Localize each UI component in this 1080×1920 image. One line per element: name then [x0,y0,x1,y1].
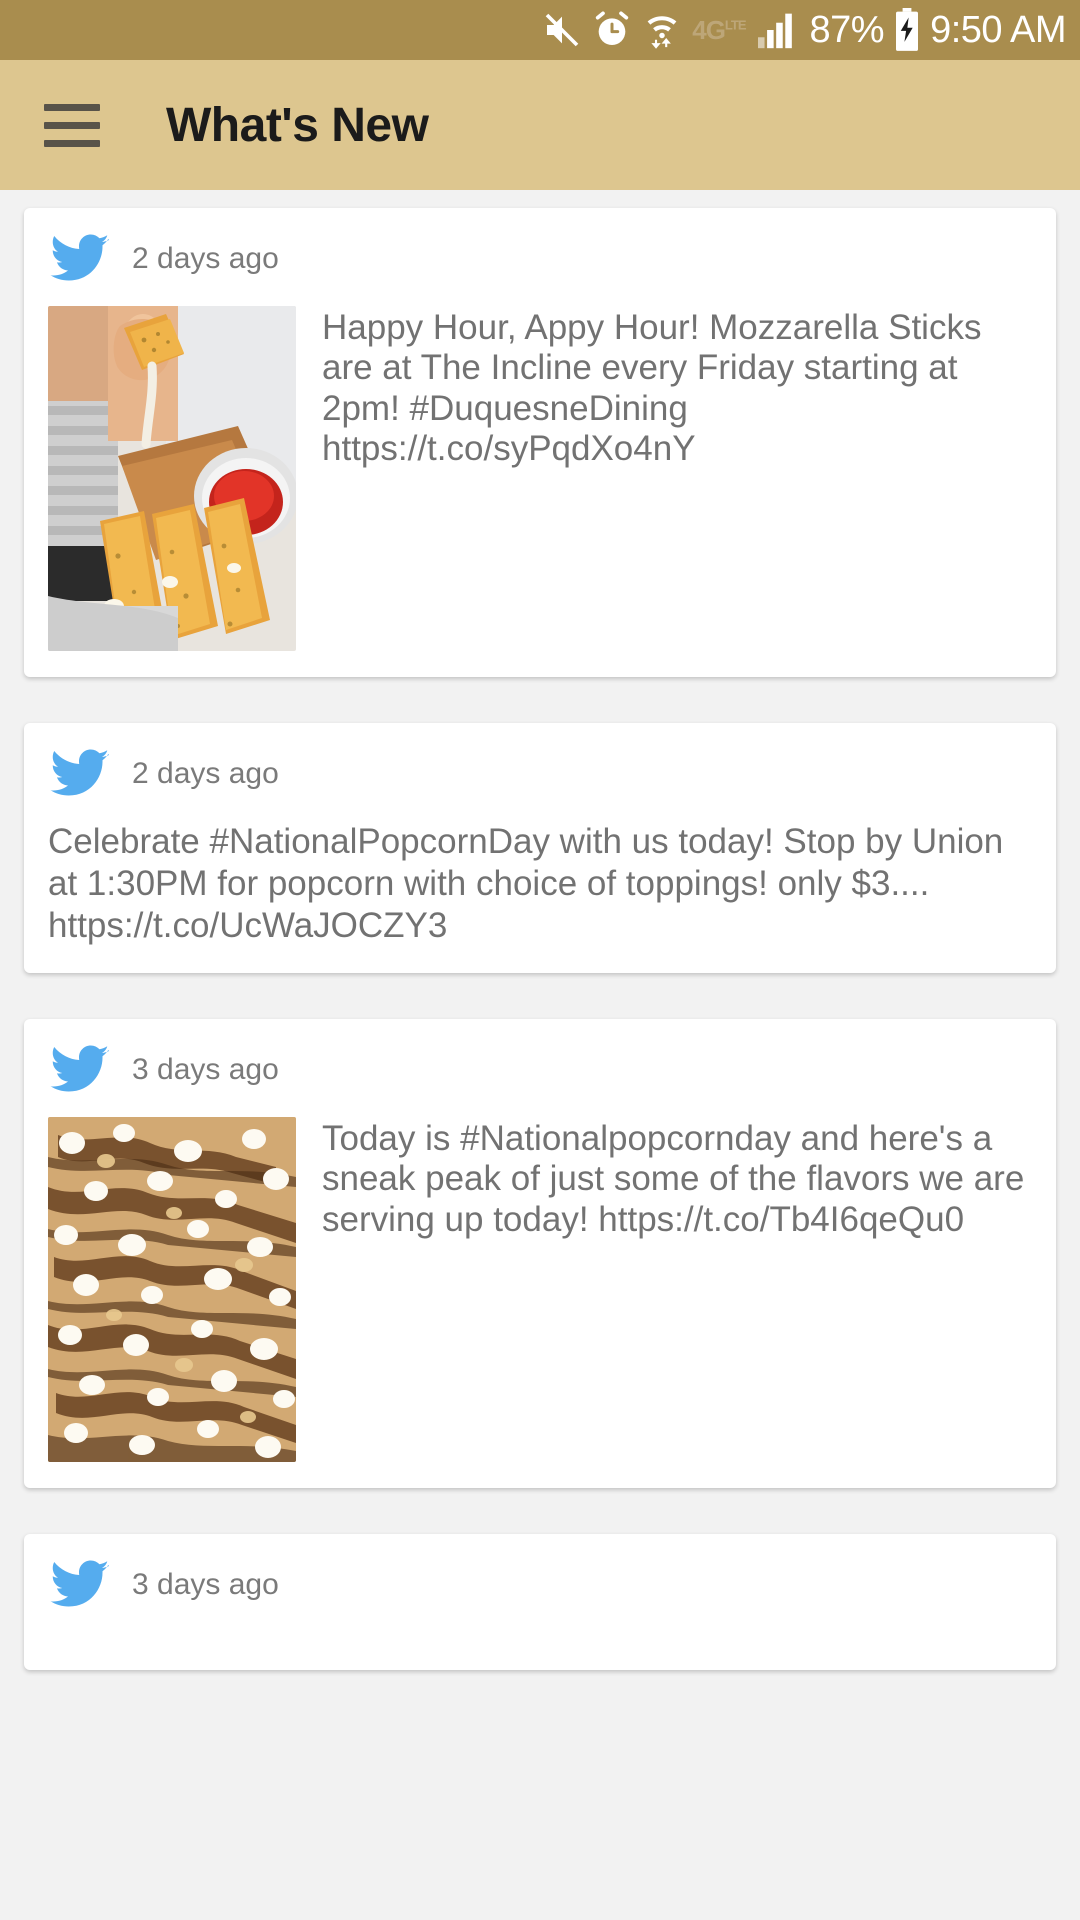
list-item[interactable]: 2 days ago Happy Hour, Appy Hour! Mozzar… [24,208,1056,677]
app-bar: What's New [0,60,1080,190]
battery-charging-icon [894,8,920,52]
twitter-bird-icon [50,234,109,281]
card-header: 3 days ago [48,1560,1032,1610]
news-feed-list[interactable]: 2 days ago Happy Hour, Appy Hour! Mozzar… [0,190,1080,1920]
clock-time: 9:50 AM [930,9,1066,51]
hamburger-menu-icon[interactable] [44,103,100,147]
card-header: 2 days ago [48,234,1032,284]
list-item[interactable]: 3 days ago [24,1534,1056,1670]
status-bar: 4GLTE 87% 9:50 AM [0,0,1080,60]
4g-lte-icon: 4GLTE [692,15,746,45]
wifi-icon [642,9,682,51]
list-item[interactable]: 3 days ago [24,1019,1056,1488]
timestamp: 2 days ago [132,757,279,790]
tweet-text: Today is #Nationalpopcornday and here's … [322,1119,1025,1239]
battery-percentage: 87% [809,9,885,51]
twitter-bird-icon [50,749,109,796]
tweet-image[interactable] [48,306,296,651]
card-header: 3 days ago [48,1045,1032,1095]
page-title: What's New [166,98,429,152]
timestamp: 3 days ago [132,1053,279,1086]
signal-icon [756,10,800,50]
mute-icon [542,10,582,50]
timestamp: 3 days ago [132,1568,279,1601]
card-body: Happy Hour, Appy Hour! Mozzarella Sticks… [48,306,1032,651]
timestamp: 2 days ago [132,242,279,275]
tweet-text: Happy Hour, Appy Hour! Mozzarella Sticks… [322,308,982,468]
alarm-icon [592,10,632,50]
list-item[interactable]: 2 days ago Celebrate #NationalPopcornDay… [24,723,1056,973]
card-header: 2 days ago [48,749,1032,799]
twitter-bird-icon [50,1560,109,1607]
card-body: Today is #Nationalpopcornday and here's … [48,1117,1032,1462]
tweet-text: Celebrate #NationalPopcornDay with us to… [48,822,1004,945]
twitter-bird-icon [50,1045,109,1092]
tweet-image[interactable] [48,1117,296,1462]
